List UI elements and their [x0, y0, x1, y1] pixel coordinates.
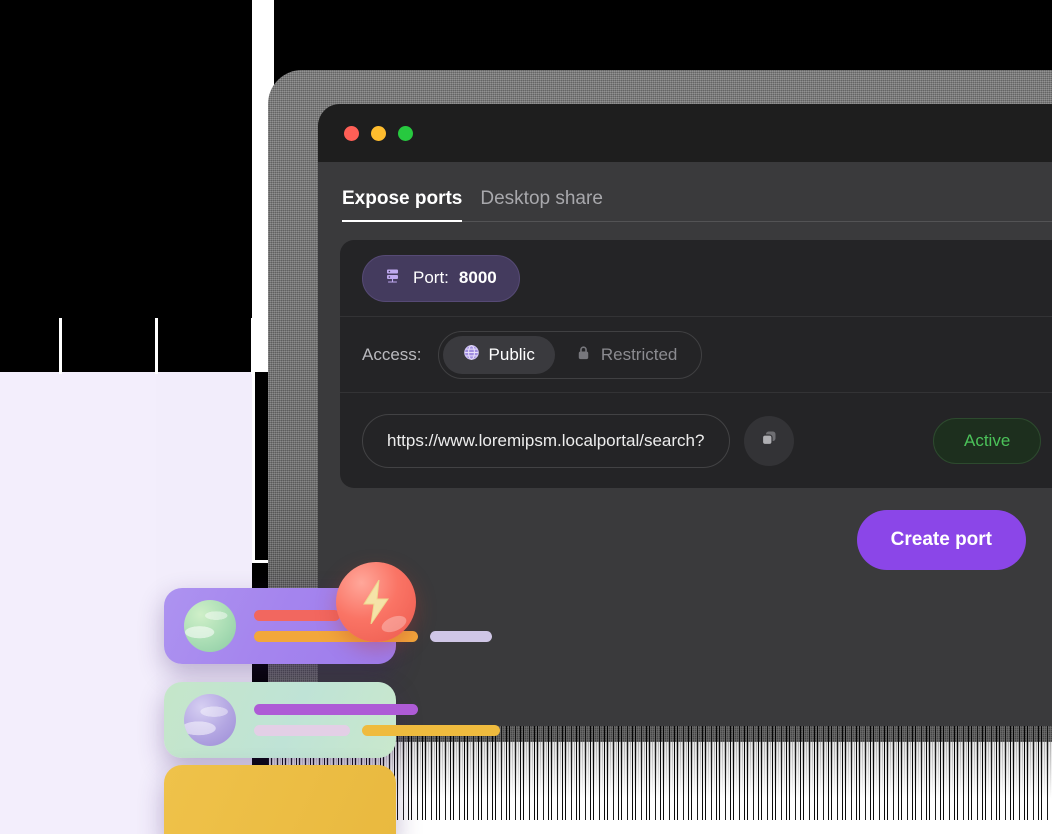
- copy-icon: [758, 427, 780, 454]
- globe-icon: [463, 344, 480, 366]
- lock-icon: [575, 344, 592, 366]
- tab-expose-ports[interactable]: Expose ports: [342, 188, 463, 222]
- port-config-panel: Port: 8000 Access: Public Restricted htt…: [340, 240, 1052, 488]
- tab-bar-divider: [342, 221, 1052, 222]
- access-option-restricted-label: Restricted: [600, 344, 678, 364]
- background-grid-line-1: [59, 318, 62, 374]
- green-sphere: [184, 600, 236, 652]
- url-row: https://www.loremipsm.localportal/search…: [340, 392, 1052, 488]
- maximize-window-button[interactable]: [398, 125, 413, 141]
- status-badge: Active: [933, 417, 1042, 464]
- background-grid-line-4: [252, 372, 255, 562]
- window-titlebar: [318, 104, 1052, 162]
- green-card-line-row-1: [254, 704, 500, 715]
- url-field[interactable]: https://www.loremipsm.localportal/search…: [362, 413, 730, 468]
- green-card-line-row-2: [254, 725, 500, 736]
- background-grid-line-2: [155, 318, 158, 374]
- access-label: Access:: [362, 344, 422, 364]
- copy-url-button[interactable]: [744, 415, 794, 466]
- decorative-yellow-card: [164, 765, 396, 834]
- pill-lavender: [430, 631, 492, 642]
- pill-yellow: [362, 725, 500, 736]
- tab-bar: Expose ports Desktop share: [318, 162, 1052, 222]
- pill-red: [254, 610, 340, 621]
- lightning-bolt-sphere: [336, 562, 416, 642]
- purple-sphere: [184, 694, 236, 746]
- background-lavender-panel-inner: [0, 372, 156, 834]
- pill-purple: [254, 704, 418, 715]
- port-badge[interactable]: Port: 8000: [362, 254, 520, 302]
- access-segmented-control: Public Restricted: [437, 330, 703, 379]
- access-option-restricted[interactable]: Restricted: [555, 336, 698, 374]
- access-row: Access: Public Restricted: [340, 316, 1052, 392]
- create-port-button[interactable]: Create port: [856, 510, 1026, 570]
- server-icon: [385, 267, 403, 290]
- access-option-public-label: Public: [488, 344, 535, 364]
- decorative-green-card: [164, 682, 500, 758]
- panel-actions: Create port: [318, 488, 1052, 570]
- green-card-lines: [254, 704, 500, 736]
- pill-pink: [254, 725, 350, 736]
- close-window-button[interactable]: [344, 125, 359, 141]
- tab-desktop-share[interactable]: Desktop share: [480, 188, 603, 222]
- access-option-public[interactable]: Public: [442, 335, 555, 374]
- minimize-window-button[interactable]: [371, 125, 386, 141]
- screenshot-stage: Expose ports Desktop share Port: 8000 Ac…: [0, 0, 1052, 834]
- port-row: Port: 8000: [340, 240, 1052, 316]
- port-value: 8000: [458, 268, 497, 287]
- port-label: Port:: [413, 268, 449, 287]
